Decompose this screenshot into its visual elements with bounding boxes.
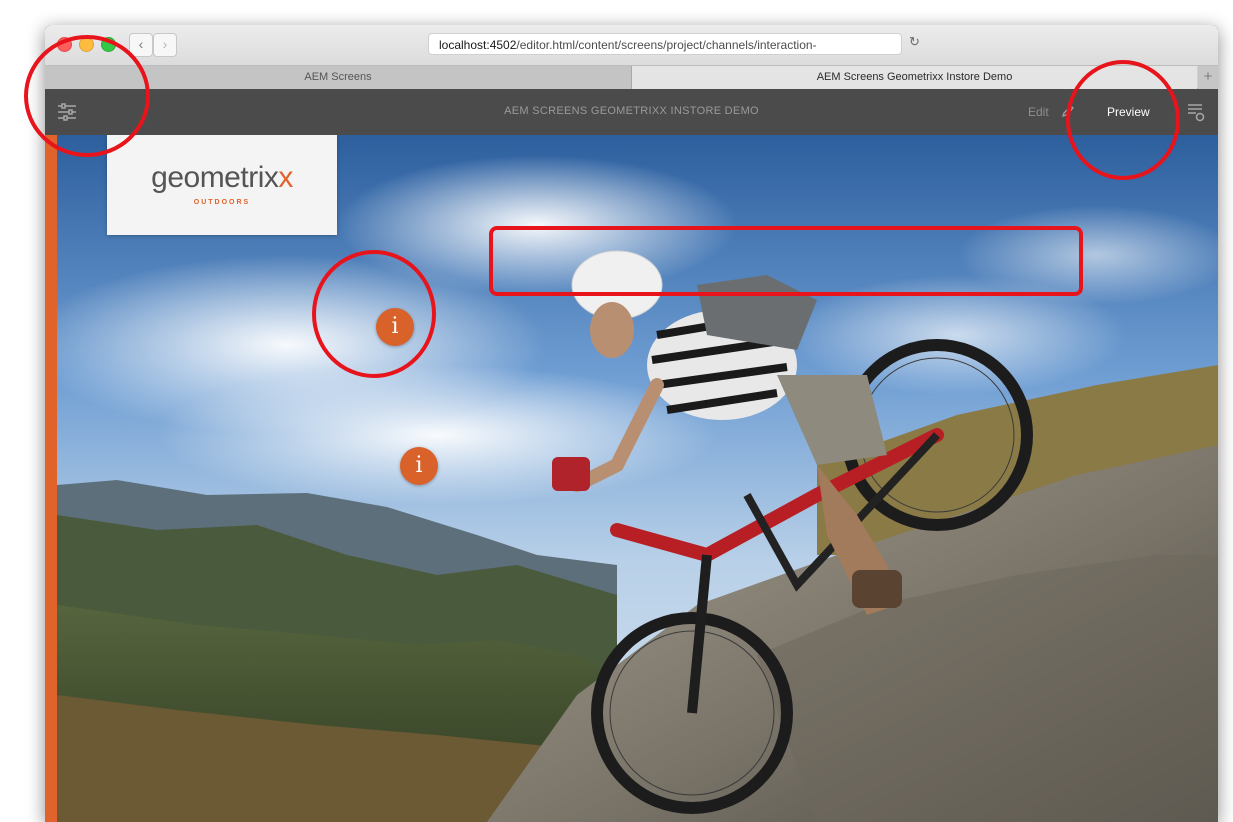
annotation-circle-preview [1066,60,1180,180]
channel-accent-bar [45,135,57,822]
info-icon[interactable]: i [400,447,438,485]
browser-window: ‹ › localhost:4502/editor.html/content/s… [45,25,1218,822]
brand-logo: geometrixx OUTDOORS [107,135,337,235]
annotation-circle-hotspot [312,250,436,378]
new-tab-button[interactable]: + [1198,66,1218,89]
address-bar[interactable]: localhost:4502/editor.html/content/scree… [428,33,902,55]
aem-editor-header: AEM SCREENS GEOMETRIXX INSTORE DEMO Edit… [45,89,1218,135]
chevron-right-icon: › [162,36,168,52]
chevron-left-icon: ‹ [138,36,144,52]
page-properties-icon[interactable] [1187,102,1205,122]
annotation-rectangle-banner [489,226,1083,296]
browser-titlebar: ‹ › localhost:4502/editor.html/content/s… [45,25,1218,65]
url-host: localhost:4502 [439,38,517,52]
logo-wordmark: geometrixx [151,161,293,194]
logo-subtext: OUTDOORS [193,199,251,206]
url-path: /editor.html/content/screens/project/cha… [516,38,817,52]
edit-mode-button[interactable]: Edit [1028,105,1049,119]
reload-icon[interactable]: ↻ [909,34,920,50]
forward-button[interactable]: › [153,33,177,57]
tab-bar: AEM Screens AEM Screens Geometrixx Insto… [45,65,1218,89]
annotation-circle-panel-toggle [24,35,150,157]
